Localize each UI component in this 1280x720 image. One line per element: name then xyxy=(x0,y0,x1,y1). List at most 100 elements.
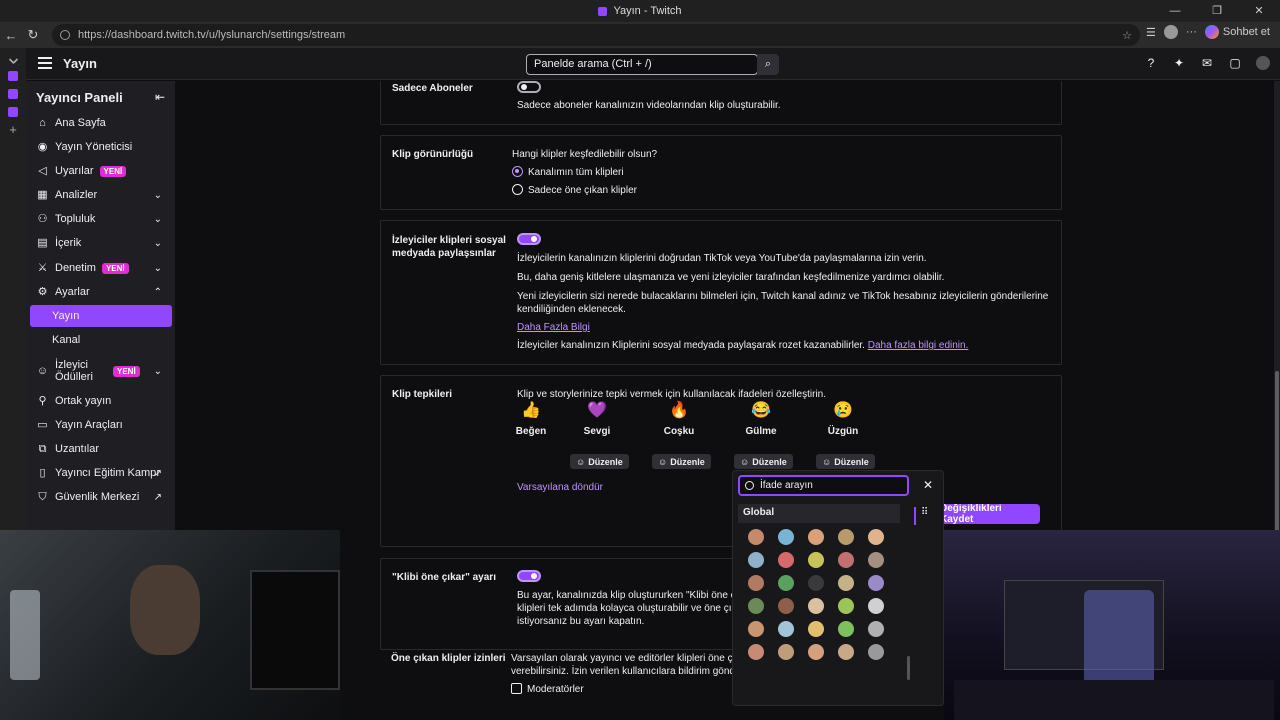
emote-icon[interactable] xyxy=(778,529,794,545)
profile-avatar[interactable] xyxy=(1163,25,1178,39)
emote-icon[interactable] xyxy=(868,529,884,545)
edit-love-button[interactable]: ☺ Düzenle xyxy=(570,454,629,469)
feature-clip-toggle[interactable] xyxy=(517,570,541,582)
edit-hype-button[interactable]: ☺ Düzenle xyxy=(652,454,711,469)
sidebar-item-viewer-rewards[interactable]: ☺ İzleyici Ödülleri YENİ ⌄ xyxy=(30,357,172,385)
emote-icon[interactable] xyxy=(808,598,824,614)
emote-search-input[interactable]: İfade arayın xyxy=(738,475,909,496)
featured-clips-radio[interactable] xyxy=(512,184,523,195)
emote-icon[interactable] xyxy=(838,529,854,545)
emote-icon[interactable] xyxy=(748,529,764,545)
edit-laugh-button[interactable]: ☺ Düzenle xyxy=(734,454,793,469)
favorites-icon[interactable]: ☰ xyxy=(1146,26,1156,39)
emote-icon[interactable] xyxy=(838,575,854,591)
more-icon[interactable]: ··· xyxy=(1186,26,1197,38)
new-tab-icon[interactable]: + xyxy=(8,123,18,136)
site-info-icon[interactable] xyxy=(60,30,70,40)
sidebar-item-moderation[interactable]: ⚔ Denetim YENİ ⌄ xyxy=(30,257,172,279)
twitch-tab-icon[interactable] xyxy=(8,107,18,117)
subs-only-card: Sadece Aboneler Sadece aboneler kanalını… xyxy=(380,81,1062,125)
emote-icon[interactable] xyxy=(748,621,764,637)
collapse-icon[interactable]: ⇤ xyxy=(155,90,165,104)
edit-sad-button[interactable]: ☺ Düzenle xyxy=(816,454,875,469)
community-icon: ⚇ xyxy=(37,212,48,225)
moderators-checkbox[interactable] xyxy=(511,683,522,694)
emote-icon[interactable] xyxy=(778,598,794,614)
emote-icon[interactable] xyxy=(868,552,884,568)
sidebar-item-collab[interactable]: ⚲ Ortak yayın xyxy=(30,390,172,412)
sidebar-item-stream-manager[interactable]: ◉ Yayın Yöneticisi xyxy=(30,136,172,158)
whisper-icon[interactable]: ▢ xyxy=(1228,56,1242,70)
emote-icon[interactable] xyxy=(808,644,824,660)
inbox-icon[interactable]: ✉ xyxy=(1200,56,1214,70)
save-changes-button[interactable]: Değişiklikleri Kaydet xyxy=(940,504,1040,524)
camera-icon: ▭ xyxy=(37,418,48,431)
learn-more-link-2[interactable]: Daha fazla bilgi edinin. xyxy=(868,340,969,351)
favorite-star-icon[interactable]: ☆ xyxy=(1122,29,1132,42)
emote-icon[interactable] xyxy=(748,644,764,660)
all-clips-radio[interactable] xyxy=(512,166,523,177)
learn-more-link[interactable]: Daha Fazla Bilgi xyxy=(517,321,590,334)
chevron-down-icon[interactable] xyxy=(8,54,18,65)
sidebar-item-stream[interactable]: Yayın xyxy=(30,305,172,327)
emote-icon[interactable] xyxy=(778,644,794,660)
sidebar-item-safety[interactable]: ⛉ Güvenlik Merkezi ↗ xyxy=(30,486,172,508)
emote-icon[interactable] xyxy=(808,575,824,591)
sidebar-item-channel[interactable]: Kanal xyxy=(30,329,172,351)
minimize-icon[interactable]: — xyxy=(1154,0,1196,22)
emote-icon[interactable] xyxy=(838,598,854,614)
twitch-tab-icon[interactable] xyxy=(8,71,18,81)
emote-icon[interactable] xyxy=(778,621,794,637)
url-field[interactable]: https://dashboard.twitch.tv/u/lyslunarch… xyxy=(52,24,1140,46)
sidebar-item-alerts[interactable]: ◁ Uyarılar YENİ xyxy=(30,160,172,182)
sidebar-item-home[interactable]: ⌂ Ana Sayfa xyxy=(30,112,172,134)
back-icon[interactable]: ← xyxy=(0,28,22,43)
feature-p2: klipleri tek adımda kolayca oluşturabili… xyxy=(517,603,737,614)
emote-icon[interactable] xyxy=(868,598,884,614)
twitch-tab-icon[interactable] xyxy=(8,89,18,99)
emote-icon[interactable] xyxy=(748,552,764,568)
emote-icon[interactable] xyxy=(838,552,854,568)
reset-default-link[interactable]: Varsayılana döndür xyxy=(517,481,603,494)
emote-icon[interactable] xyxy=(778,575,794,591)
emote-icon[interactable] xyxy=(808,621,824,637)
moderators-label: Moderatörler xyxy=(527,684,584,695)
search-icon[interactable]: ⌕ xyxy=(757,54,779,75)
close-icon[interactable]: ✕ xyxy=(923,478,933,492)
search-input[interactable]: Panelde arama (Ctrl + /) xyxy=(526,54,758,75)
sidebar-item-content[interactable]: ▤ İçerik ⌄ xyxy=(30,232,172,254)
emote-icon[interactable] xyxy=(808,529,824,545)
sidebar-item-extensions[interactable]: ⧉ Uzantılar xyxy=(30,438,172,460)
social-p3a: Yeni izleyicilerin sizi nerede bulacakla… xyxy=(517,291,1049,302)
emote-icon[interactable] xyxy=(868,621,884,637)
sidebar-title: Yayıncı Paneli xyxy=(36,90,123,105)
emote-icon[interactable] xyxy=(748,575,764,591)
sidebar-item-settings[interactable]: ⚙ Ayarlar ⌃ xyxy=(30,281,172,303)
refresh-icon[interactable]: ↻ xyxy=(22,27,44,43)
webcam-right xyxy=(944,530,1280,720)
sidebar-item-stream-tools[interactable]: ▭ Yayın Araçları xyxy=(30,414,172,436)
menu-icon[interactable] xyxy=(38,57,52,69)
emote-group-header: Global xyxy=(738,504,900,523)
emote-icon[interactable] xyxy=(748,598,764,614)
help-icon[interactable]: ? xyxy=(1144,56,1158,70)
emote-icon[interactable] xyxy=(838,621,854,637)
social-share-toggle[interactable] xyxy=(517,233,541,245)
emote-icon[interactable] xyxy=(868,644,884,660)
emote-icon[interactable] xyxy=(868,575,884,591)
user-avatar[interactable] xyxy=(1256,56,1270,70)
clip-visibility-question: Hangi klipler keşfedilebilir olsun? xyxy=(512,149,658,160)
sidebar-item-analytics[interactable]: ▦ Analizler ⌄ xyxy=(30,184,172,206)
emote-icon[interactable] xyxy=(778,552,794,568)
sidebar-item-community[interactable]: ⚇ Topluluk ⌄ xyxy=(30,208,172,230)
close-window-icon[interactable]: ✕ xyxy=(1238,0,1280,22)
emote-icon[interactable] xyxy=(808,552,824,568)
chat-button[interactable]: Sohbet et xyxy=(1204,25,1270,39)
maximize-icon[interactable]: ❐ xyxy=(1196,0,1238,22)
subs-only-toggle[interactable] xyxy=(517,81,541,93)
sparkle-icon[interactable]: ✦ xyxy=(1172,56,1186,70)
picker-scrollbar[interactable] xyxy=(907,656,910,680)
emote-category-icon[interactable]: ⠿ xyxy=(914,507,934,525)
emote-icon[interactable] xyxy=(838,644,854,660)
sidebar-item-bootcamp[interactable]: ▯ Yayıncı Eğitim Kampı ↗ xyxy=(30,462,172,484)
